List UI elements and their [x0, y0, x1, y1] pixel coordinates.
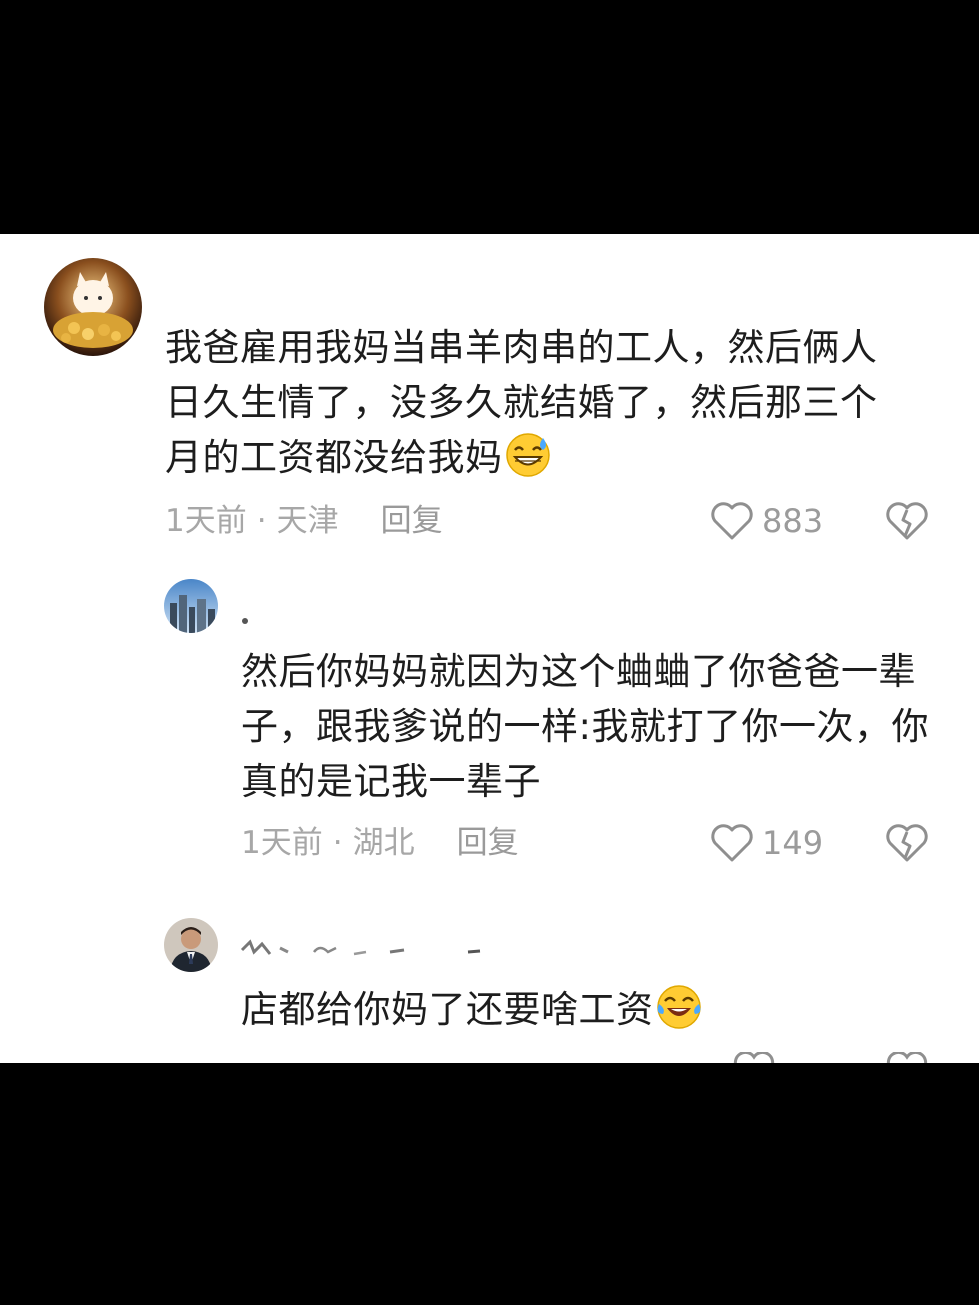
avatar[interactable] — [164, 918, 218, 972]
broken-heart-icon — [886, 1052, 928, 1063]
location: 湖北 — [352, 825, 415, 861]
comment-thread: 我爸雇用我妈当串羊肉串的工人，然后俩人日久生情了，没多久就结婚了，然后那三个月的… — [0, 234, 979, 1063]
man-in-suit-avatar-icon — [164, 918, 218, 972]
separator: · — [256, 503, 267, 539]
like-count: 883 — [762, 502, 824, 540]
username-blurred — [240, 610, 260, 632]
comment-text: 然后你妈妈就因为这个蛐蛐了你爸爸一辈子，跟我爹说的一样:我就打了你一次，你真的是… — [241, 644, 941, 809]
like-button[interactable]: 883 — [710, 501, 823, 541]
heart-outline-icon — [733, 1052, 775, 1063]
avatar[interactable] — [164, 579, 218, 633]
bottom-black-bar — [0, 1063, 979, 1305]
like-button-partial[interactable] — [732, 1052, 776, 1063]
username-blurred — [240, 938, 490, 960]
timestamp: 1天前 — [165, 503, 247, 539]
dislike-button[interactable] — [885, 501, 929, 541]
reply-button[interactable]: 回复 — [381, 503, 443, 539]
grinning-sweat-emoji-icon — [505, 432, 551, 478]
laughing-tears-emoji-icon — [656, 984, 702, 1030]
city-skyline-avatar-icon — [164, 579, 218, 633]
timestamp: 1天前 — [241, 825, 323, 861]
broken-heart-icon — [886, 824, 928, 862]
golden-cat-avatar-icon — [44, 258, 142, 356]
reply-button[interactable]: 回复 — [457, 825, 519, 861]
avatar[interactable] — [44, 258, 142, 356]
comment-text: 我爸雇用我妈当串羊肉串的工人，然后俩人日久生情了，没多久就结婚了，然后那三个月的… — [165, 320, 905, 485]
comment-body: 店都给你妈了还要啥工资 — [241, 988, 654, 1031]
comment-body: 然后你妈妈就因为这个蛐蛐了你爸爸一辈子，跟我爹说的一样:我就打了你一次，你真的是… — [241, 650, 929, 803]
separator: · — [332, 825, 343, 861]
dislike-button[interactable] — [885, 823, 929, 863]
heart-outline-icon — [711, 502, 753, 540]
heart-outline-icon — [711, 824, 753, 862]
location: 天津 — [276, 503, 339, 539]
broken-heart-icon — [886, 502, 928, 540]
comment-meta: 1天前 · 湖北 回复 — [241, 823, 519, 863]
dislike-button-partial[interactable] — [885, 1052, 929, 1063]
comment-text: 店都给你妈了还要啥工资 — [241, 982, 941, 1037]
like-count: 149 — [762, 824, 824, 862]
like-button[interactable]: 149 — [710, 823, 823, 863]
comment-meta: 1天前 · 天津 回复 — [165, 501, 443, 541]
top-black-bar — [0, 0, 979, 234]
